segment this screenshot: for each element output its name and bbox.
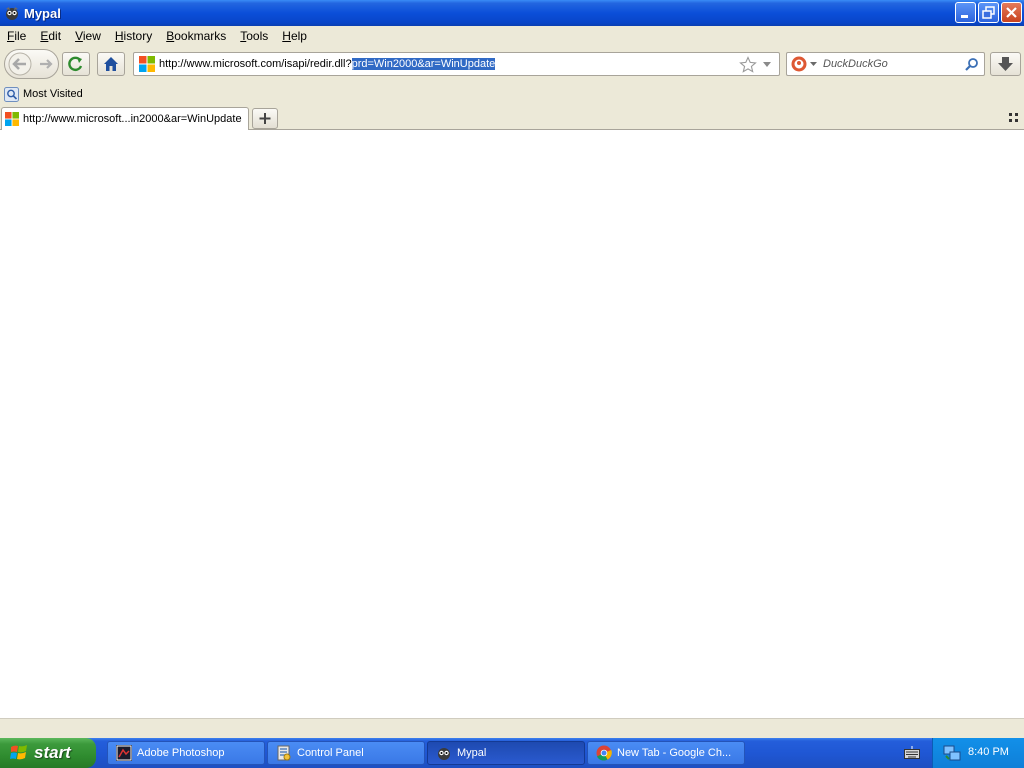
home-button[interactable] bbox=[97, 52, 125, 76]
microsoft-favicon-icon bbox=[139, 56, 155, 72]
search-placeholder: DuckDuckGo bbox=[823, 58, 888, 70]
bookmark-most-visited[interactable]: Most Visited bbox=[4, 86, 83, 102]
navigation-toolbar: http://www.microsoft.com/isapi/redir.dll… bbox=[0, 46, 1024, 82]
menu-history[interactable]: History bbox=[108, 26, 159, 46]
chrome-icon bbox=[596, 745, 612, 761]
url-selected-text: prd=Win2000&ar=WinUpdate bbox=[351, 58, 496, 70]
task-label: New Tab - Google Ch... bbox=[617, 747, 732, 759]
network-icon[interactable] bbox=[943, 744, 961, 762]
status-bar bbox=[0, 718, 1024, 738]
bookmark-label: Most Visited bbox=[23, 88, 83, 100]
downloads-button[interactable] bbox=[990, 52, 1021, 76]
tab-strip: http://www.microsoft...in2000&ar=WinUpda… bbox=[0, 106, 1024, 131]
grid-icon bbox=[1009, 113, 1018, 122]
search-bar[interactable]: DuckDuckGo bbox=[786, 52, 985, 76]
restore-button[interactable] bbox=[978, 2, 999, 23]
page-content[interactable] bbox=[0, 130, 1024, 718]
control-panel-icon bbox=[277, 745, 291, 761]
tab-active[interactable]: http://www.microsoft...in2000&ar=WinUpda… bbox=[1, 107, 249, 131]
microsoft-favicon-icon bbox=[5, 112, 19, 126]
menu-file[interactable]: File bbox=[0, 26, 33, 46]
back-button[interactable] bbox=[7, 52, 33, 76]
start-button[interactable]: start bbox=[0, 738, 96, 768]
minimize-button[interactable] bbox=[955, 2, 976, 23]
mypal-app-icon bbox=[4, 5, 20, 21]
taskbar-item-photoshop[interactable]: Adobe Photoshop bbox=[107, 741, 265, 765]
taskbar-item-control-panel[interactable]: Control Panel bbox=[267, 741, 425, 765]
start-label: start bbox=[34, 743, 71, 762]
window-title: Mypal bbox=[24, 5, 61, 21]
reload-icon bbox=[68, 56, 83, 72]
download-arrow-icon bbox=[998, 57, 1013, 71]
bookmarks-toolbar: Most Visited bbox=[0, 82, 1024, 106]
list-all-tabs-button[interactable] bbox=[1008, 112, 1020, 124]
url-dropdown-icon[interactable] bbox=[762, 61, 772, 69]
plus-icon bbox=[259, 113, 271, 124]
mypal-app-icon bbox=[438, 748, 450, 760]
photoshop-icon bbox=[116, 745, 132, 761]
search-engine-dropdown-icon[interactable] bbox=[810, 62, 817, 67]
back-arrow-icon bbox=[8, 52, 32, 76]
url-text[interactable]: http://www.microsoft.com/isapi/redir.dll… bbox=[159, 58, 496, 70]
system-clock[interactable]: 8:40 PM bbox=[968, 746, 1009, 758]
menu-help[interactable]: Help bbox=[275, 26, 314, 46]
close-button[interactable] bbox=[1001, 2, 1022, 23]
menu-bar: File Edit View History Bookmarks Tools H… bbox=[0, 26, 1024, 46]
duckduckgo-icon[interactable] bbox=[791, 56, 807, 72]
back-forward-group bbox=[4, 49, 59, 79]
windows-logo-icon bbox=[10, 745, 27, 760]
menu-view[interactable]: View bbox=[68, 26, 108, 46]
bookmark-star-icon[interactable] bbox=[739, 56, 757, 74]
most-visited-icon bbox=[4, 86, 19, 102]
keyboard-icon[interactable] bbox=[904, 746, 920, 760]
forward-button[interactable] bbox=[36, 54, 56, 74]
menu-edit[interactable]: Edit bbox=[33, 26, 68, 46]
url-plain-text: http://www.microsoft.com/isapi/redir.dll… bbox=[159, 58, 352, 70]
home-icon bbox=[104, 57, 118, 71]
taskbar-item-chrome[interactable]: New Tab - Google Ch... bbox=[587, 741, 745, 765]
search-icon[interactable] bbox=[964, 57, 980, 73]
title-bar[interactable]: Mypal bbox=[0, 0, 1024, 26]
task-label: Mypal bbox=[457, 747, 487, 759]
taskbar: start Adobe Photoshop Control Panel Mypa… bbox=[0, 738, 1024, 768]
task-label: Control Panel bbox=[297, 747, 364, 759]
new-tab-button[interactable] bbox=[252, 108, 278, 129]
forward-arrow-icon bbox=[40, 59, 53, 69]
tab-title: http://www.microsoft...in2000&ar=WinUpda… bbox=[23, 113, 242, 125]
menu-tools[interactable]: Tools bbox=[233, 26, 275, 46]
reload-button[interactable] bbox=[62, 52, 90, 76]
menu-bookmarks[interactable]: Bookmarks bbox=[159, 26, 233, 46]
taskbar-item-mypal[interactable]: Mypal bbox=[427, 741, 585, 765]
system-tray: 8:40 PM bbox=[932, 738, 1024, 768]
url-bar[interactable]: http://www.microsoft.com/isapi/redir.dll… bbox=[133, 52, 780, 76]
task-label: Adobe Photoshop bbox=[137, 747, 225, 759]
